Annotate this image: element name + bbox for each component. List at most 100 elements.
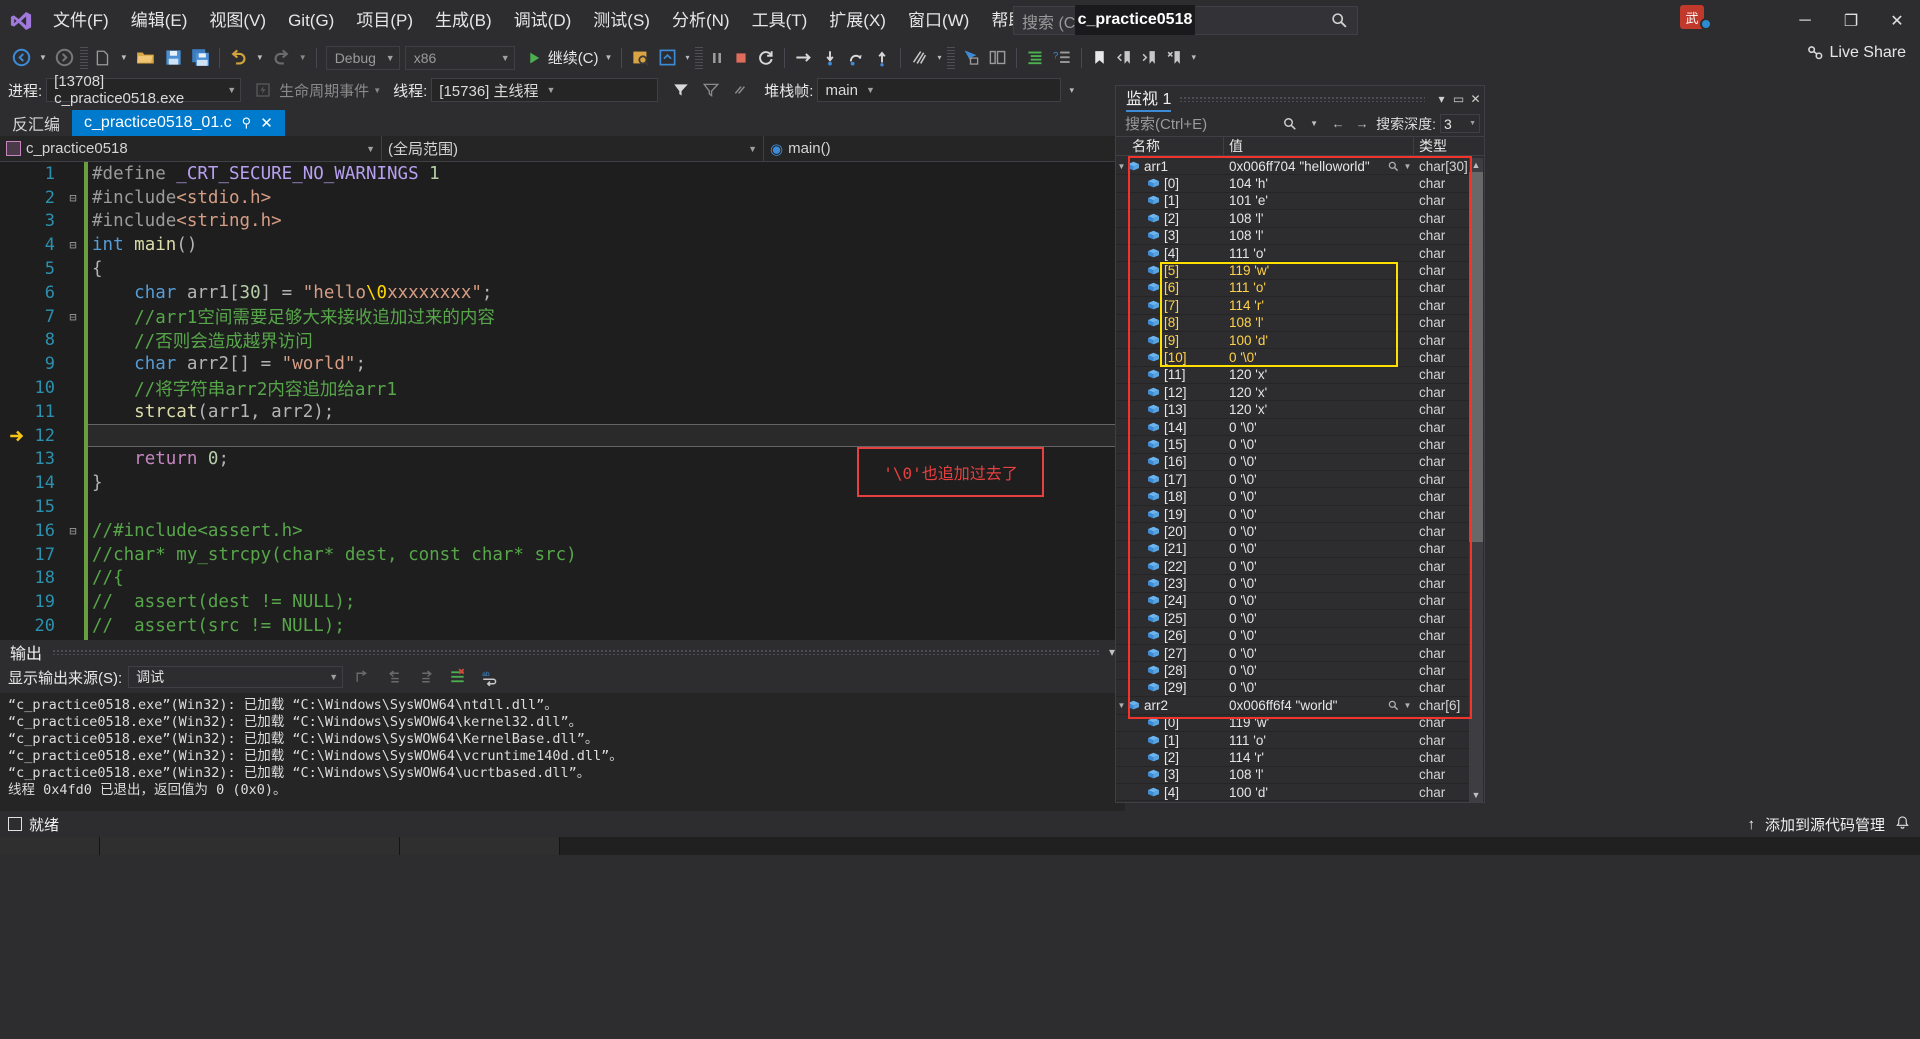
watch-row-value-cell[interactable]: 0 '\0' xyxy=(1224,454,1414,469)
code-line[interactable]: 19 // assert(dest != NULL); xyxy=(0,590,1131,615)
watch-row-value-cell[interactable]: 101 'e' xyxy=(1224,193,1414,208)
watch-row-name-cell[interactable]: [0] xyxy=(1116,176,1224,191)
watch-row-value-cell[interactable]: 100 'd' xyxy=(1224,333,1414,348)
watch-row[interactable]: [8] 108 'l' char xyxy=(1116,315,1484,332)
step-into-icon[interactable] xyxy=(817,44,843,72)
watch-row-name-cell[interactable]: [10] xyxy=(1116,350,1224,365)
watch-row-name-cell[interactable]: [18] xyxy=(1116,489,1224,504)
live-share-button[interactable]: Live Share xyxy=(1806,44,1906,62)
watch-row[interactable]: [5]0 '\0'char xyxy=(1116,801,1484,802)
watch-row-name-cell[interactable]: [6] xyxy=(1116,280,1224,295)
maximize-icon[interactable]: ▭ xyxy=(1450,88,1467,110)
toolbar-grip-3[interactable] xyxy=(947,46,956,69)
continue-button[interactable]: 继续(C) xyxy=(546,44,601,72)
nav-project-select[interactable]: c_practice0518 ▼ xyxy=(0,135,382,162)
visualizer-dropdown-icon[interactable]: ▼ xyxy=(1401,701,1414,710)
output-text-area[interactable]: “c_practice0518.exe”(Win32): 已加载 “C:\Win… xyxy=(0,693,1125,811)
code-line[interactable]: 5{ xyxy=(0,257,1131,281)
watch-row-name-cell[interactable]: [19] xyxy=(1116,507,1224,522)
watch-row-value-cell[interactable]: 100 'd' xyxy=(1224,785,1414,800)
watch-row-name-cell[interactable]: [29] xyxy=(1116,680,1224,695)
watch-row[interactable]: [22] 0 '\0' char xyxy=(1116,558,1484,576)
menu-project[interactable]: 项目(P) xyxy=(345,0,424,41)
maximize-restore-button[interactable]: ❐ xyxy=(1828,0,1874,41)
watch-row-value-cell[interactable]: 104 'h' xyxy=(1224,176,1414,191)
watch-row[interactable]: [9] 100 'd' char xyxy=(1116,332,1484,350)
search-icon[interactable] xyxy=(1280,114,1300,134)
watch-row-name-cell[interactable]: [23] xyxy=(1116,576,1224,591)
code-fold-toggle-icon[interactable]: ⊟ xyxy=(66,191,80,205)
search-previous-icon[interactable]: ← xyxy=(1328,114,1348,134)
watch-row[interactable]: [21] 0 '\0' char xyxy=(1116,541,1484,558)
output-pane-grip[interactable] xyxy=(52,648,1099,655)
watch-row-name-cell[interactable]: [3] xyxy=(1116,228,1224,243)
diagnostics-dropdown-icon[interactable]: ▾ xyxy=(933,44,945,72)
lifecycle-events-icon[interactable] xyxy=(251,76,275,104)
watch-row-value-cell[interactable]: 111 'o' xyxy=(1224,733,1414,748)
watch-row-value-cell[interactable]: 119 'w' xyxy=(1224,715,1414,730)
watch-row-name-cell[interactable]: [4] xyxy=(1116,246,1224,261)
watch-row[interactable]: [0] 104 'h' char xyxy=(1116,175,1484,193)
watch-row[interactable]: [0] 119 'w' char xyxy=(1116,715,1484,732)
previous-bookmark-icon[interactable] xyxy=(1112,44,1137,72)
column-header-type[interactable]: 类型 xyxy=(1414,136,1484,156)
watch-row-value-cell[interactable]: 0 '\0' xyxy=(1224,646,1414,661)
undo-icon[interactable] xyxy=(225,44,252,72)
watch-row-value-cell[interactable]: 0 '\0' xyxy=(1224,680,1414,695)
current-statement-arrow-icon[interactable] xyxy=(8,427,26,445)
lifecycle-dropdown-icon[interactable]: ▼ xyxy=(373,86,381,95)
watch-row[interactable]: [25] 0 '\0' char xyxy=(1116,610,1484,628)
navigate-forward-icon[interactable] xyxy=(51,44,78,72)
select-element-icon[interactable] xyxy=(957,44,984,72)
continue-dropdown-icon[interactable]: ▼ xyxy=(601,44,617,72)
scroll-up-icon[interactable]: ▲ xyxy=(1469,158,1483,172)
watch-row-value-cell[interactable]: 120 'x' xyxy=(1224,402,1414,417)
nav-scope-select[interactable]: (全局范围) ▼ xyxy=(382,135,764,162)
watch-row[interactable]: [20] 0 '\0' char xyxy=(1116,523,1484,541)
tab-source-file[interactable]: c_practice0518_01.c ⚲ ✕ xyxy=(72,110,285,136)
notifications-icon[interactable] xyxy=(1895,815,1910,834)
toolbar-grip-2[interactable] xyxy=(695,46,704,69)
watch-row[interactable]: [1] 101 'e' char xyxy=(1116,193,1484,211)
watch-row-name-cell[interactable]: [0] xyxy=(1116,715,1224,730)
menu-window[interactable]: 窗口(W) xyxy=(897,0,980,41)
watch-row[interactable]: [28] 0 '\0' char xyxy=(1116,662,1484,680)
restart-icon[interactable] xyxy=(753,44,779,72)
pin-icon[interactable]: ⚲ xyxy=(242,115,252,131)
chevron-down-icon[interactable]: ▾ xyxy=(1433,88,1450,110)
watch-row[interactable]: [2] 114 'r' char xyxy=(1116,749,1484,767)
watch-row-value-cell[interactable]: 0 '\0' xyxy=(1224,437,1414,452)
watch-row[interactable]: [4] 111 'o' char xyxy=(1116,245,1484,263)
watch-row-name-cell[interactable]: [4] xyxy=(1116,785,1224,800)
watch-row-name-cell[interactable]: [3] xyxy=(1116,767,1224,782)
watch-row[interactable]: ▼ arr2 0x006ff6f4 "world" ▼ char[6] xyxy=(1116,697,1484,715)
watch-row[interactable]: [3] 108 'l' char xyxy=(1116,228,1484,245)
watch-row-name-cell[interactable]: [17] xyxy=(1116,472,1224,487)
diagnostics-icon[interactable] xyxy=(906,44,933,72)
watch-row[interactable]: [19] 0 '\0' char xyxy=(1116,506,1484,524)
watch-row[interactable]: [5] 119 'w' char xyxy=(1116,262,1484,280)
active-project-chip[interactable]: c_practice0518 xyxy=(1075,5,1195,35)
thread-select[interactable]: [15736] 主线程 ▼ xyxy=(431,78,659,102)
watch-row-value-cell[interactable]: 0 '\0' xyxy=(1224,593,1414,608)
watch-row-value-cell[interactable]: 0x006ff704 "helloworld" ▼ xyxy=(1224,159,1414,174)
menu-analyze[interactable]: 分析(N) xyxy=(661,0,741,41)
watch-row-value-cell[interactable]: 0 '\0' xyxy=(1224,576,1414,591)
watch-row-value-cell[interactable]: 0 '\0' xyxy=(1224,541,1414,556)
clear-all-icon[interactable] xyxy=(445,665,471,689)
code-fold-toggle-icon[interactable]: ⊟ xyxy=(66,310,80,324)
watch-row-value-cell[interactable]: 111 'o' xyxy=(1224,246,1414,261)
toolbar-overflow-icon[interactable]: ▾ xyxy=(1187,44,1200,72)
search-options-dropdown-icon[interactable]: ▼ xyxy=(1304,114,1324,134)
menu-file[interactable]: 文件(F) xyxy=(42,0,120,41)
watch-row-name-cell[interactable]: [7] xyxy=(1116,298,1224,313)
toggle-word-wrap-icon[interactable]: ab xyxy=(477,665,503,689)
watch-row[interactable]: [24] 0 '\0' char xyxy=(1116,593,1484,611)
code-line[interactable]: 15 xyxy=(0,495,1131,519)
taskbar-item-3[interactable] xyxy=(400,837,560,855)
flag-threads-icon[interactable] xyxy=(668,76,694,104)
stop-debugging-icon[interactable] xyxy=(729,44,753,72)
stackframe-select[interactable]: main ▼ xyxy=(817,78,1062,102)
watch-row-value-cell[interactable]: 108 'l' xyxy=(1224,211,1414,226)
watch-row-value-cell[interactable]: 114 'r' xyxy=(1224,298,1414,313)
